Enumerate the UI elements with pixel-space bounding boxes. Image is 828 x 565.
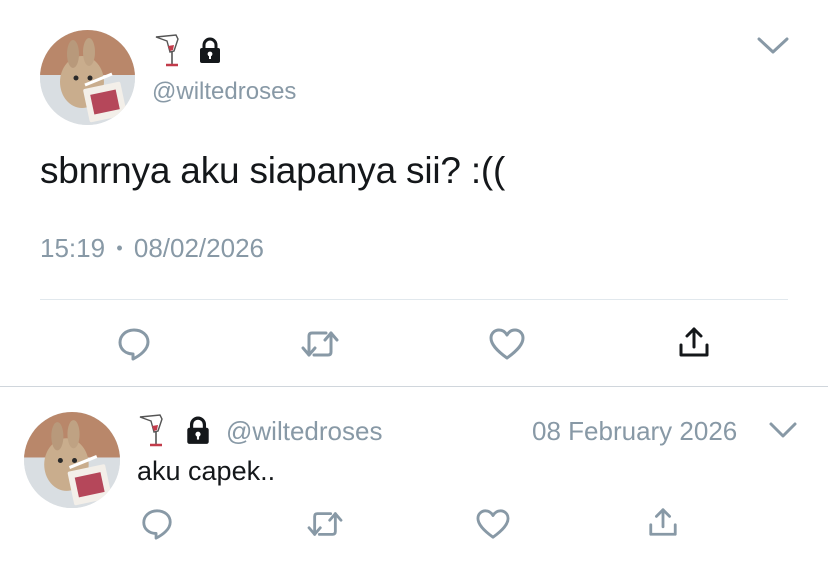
chevron-down-icon[interactable]	[756, 34, 790, 56]
avatar[interactable]	[24, 412, 120, 508]
user-handle[interactable]: @wiltedroses	[152, 78, 296, 106]
share-button[interactable]	[670, 320, 718, 364]
tweet-timestamp: 15:19 • 08/02/2026	[40, 233, 264, 264]
like-icon	[475, 508, 511, 540]
retweet-icon	[306, 508, 344, 540]
tweet-date: 08 February 2026	[532, 416, 738, 446]
tweet-text: sbnrnya aku siapanya sii? :((	[40, 150, 506, 191]
meta-separator: •	[116, 238, 123, 258]
reply-icon	[140, 507, 174, 541]
retweet-button[interactable]	[296, 322, 344, 366]
section-divider	[0, 386, 828, 387]
user-handle[interactable]: @wiltedroses	[226, 416, 382, 447]
lock-icon	[197, 37, 223, 65]
tweet-text: aku capek..	[137, 456, 276, 486]
retweet-icon	[300, 327, 340, 361]
reply-icon	[116, 326, 152, 362]
reply-button[interactable]	[110, 322, 158, 366]
reply-button[interactable]	[134, 502, 180, 546]
share-button[interactable]	[640, 500, 686, 544]
avatar[interactable]	[40, 30, 135, 125]
wine-glass-icon	[154, 33, 184, 69]
like-icon	[488, 327, 526, 361]
tweet-date[interactable]: 08/02/2026	[134, 233, 264, 263]
lock-icon	[184, 416, 212, 446]
retweet-button[interactable]	[302, 502, 348, 546]
divider	[40, 299, 788, 300]
share-icon	[647, 506, 679, 538]
tweet-time: 15:19	[40, 233, 106, 263]
wine-glass-icon	[138, 413, 168, 449]
share-icon	[677, 325, 711, 359]
chevron-down-icon[interactable]	[768, 420, 798, 440]
like-button[interactable]	[483, 322, 531, 366]
like-button[interactable]	[470, 502, 516, 546]
